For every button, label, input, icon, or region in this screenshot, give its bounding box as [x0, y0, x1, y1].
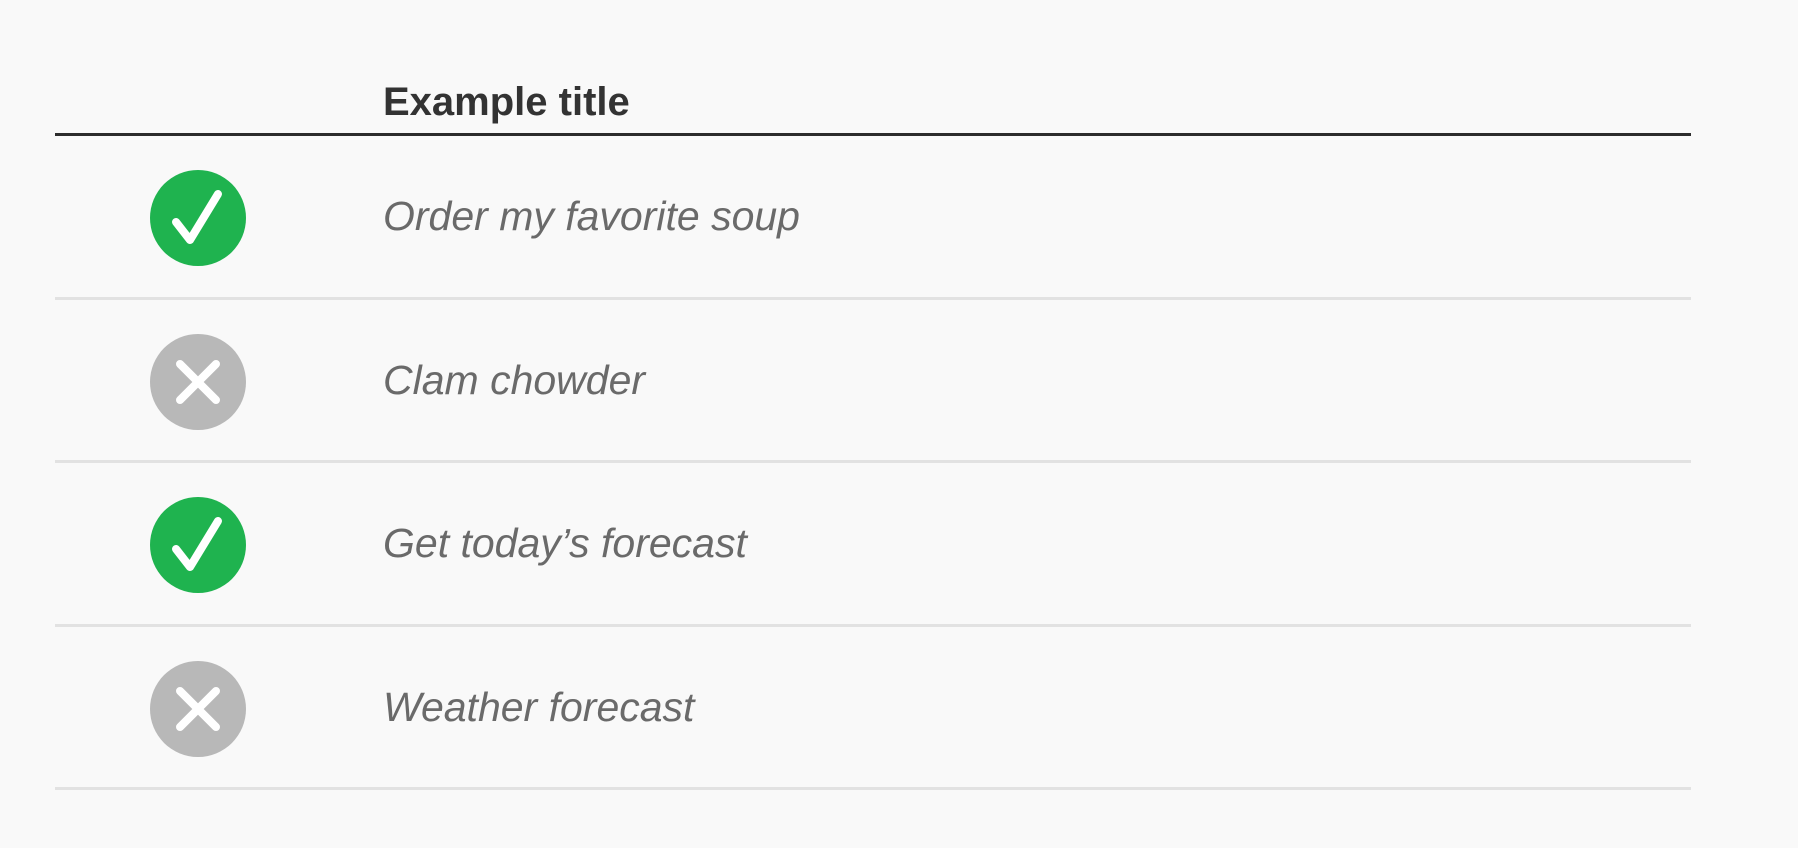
table-header: Example title: [55, 0, 1691, 136]
checkmark-circle-icon: [150, 170, 246, 266]
table-row: Order my favorite soup: [55, 136, 1691, 300]
row-label: Get today’s forecast: [383, 520, 747, 566]
x-circle-icon: [150, 333, 246, 430]
x-circle-icon: [150, 660, 246, 757]
example-table: Example title Order my favorite soup Cla…: [55, 0, 1691, 790]
row-label: Weather forecast: [383, 683, 695, 730]
row-label: Order my favorite soup: [383, 193, 800, 239]
table-row: Get today’s forecast: [55, 463, 1691, 627]
table-row: Clam chowder: [55, 300, 1691, 463]
table-title: Example title: [383, 80, 630, 124]
checkmark-circle-icon: [150, 497, 246, 593]
row-label: Clam chowder: [383, 356, 646, 403]
table-row: Weather forecast: [55, 627, 1691, 790]
